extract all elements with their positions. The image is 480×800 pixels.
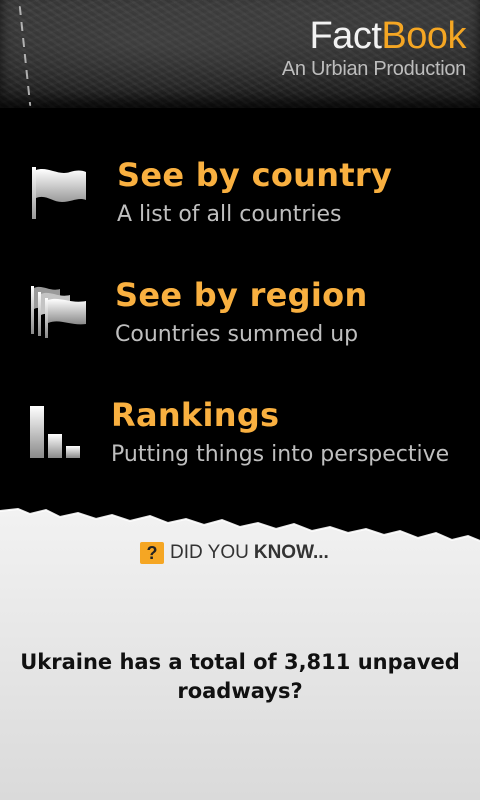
fact-text: Ukraine has a total of 3,811 unpaved roa… [20, 650, 460, 703]
app-header: FactBook An Urbian Production [0, 0, 480, 108]
factbook-home-screen: FactBook An Urbian Production See by cou… [0, 0, 480, 800]
menu-item-by-region[interactable]: See by region Countries summed up [0, 270, 480, 370]
did-you-know-bold: KNOW... [253, 542, 329, 563]
brand-logo: FactBook An Urbian Production [281, 14, 467, 81]
flag-icon [32, 167, 86, 219]
flags-icon [31, 286, 86, 338]
menu-subtitle: Countries summed up [115, 322, 359, 347]
question-mark-icon: ? [140, 542, 164, 564]
menu-title: Rankings [111, 396, 280, 434]
menu-item-rankings[interactable]: Rankings Putting things into perspective [0, 390, 480, 490]
menu-item-by-country[interactable]: See by country A list of all countries [0, 150, 480, 250]
menu-subtitle: A list of all countries [117, 202, 342, 227]
app-title-fact: Fact [309, 15, 382, 57]
did-you-know-heading: ? DID YOU KNOW... [140, 541, 329, 565]
app-title-book: Book [381, 15, 466, 57]
bar-chart-icon [30, 406, 80, 458]
did-you-know-lead: DID YOU [170, 542, 249, 563]
menu-title: See by region [115, 276, 368, 314]
app-title: FactBook [282, 14, 466, 58]
app-subtitle: An Urbian Production [281, 58, 466, 80]
menu-title: See by country [117, 156, 393, 194]
menu-subtitle: Putting things into perspective [111, 442, 450, 467]
leather-stitching [18, 6, 32, 106]
